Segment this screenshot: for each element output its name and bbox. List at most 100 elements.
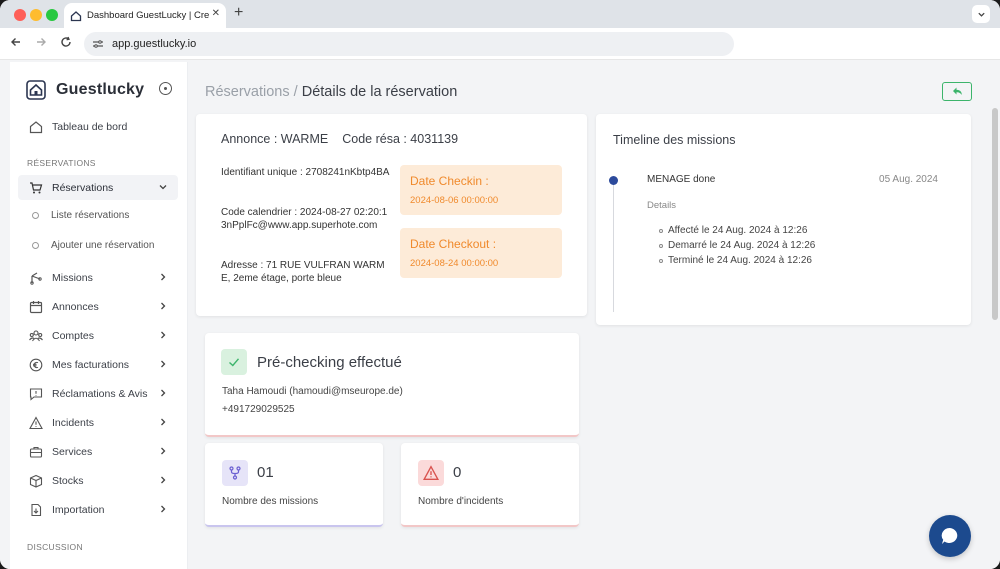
back-button[interactable] [942,82,972,101]
file-import-icon [31,503,42,516]
maximize-window-button[interactable] [46,9,58,21]
sidebar-item-stocks[interactable]: Stocks [18,468,178,493]
reload-icon[interactable] [60,36,72,48]
sidebar-item-label: Missions [52,271,93,284]
users-icon [29,329,43,341]
missions-label: Nombre des missions [222,496,319,507]
warning-icon [423,465,439,480]
breadcrumb-parent[interactable]: Réservations / [205,84,302,100]
sidebar-item-label: Incidents [52,416,95,429]
incidents-label: Nombre d'incidents [418,496,504,507]
chevron-right-icon [161,273,166,281]
fork-icon [229,466,241,480]
message-icon [29,387,43,401]
sidebar-item-label: Importation [52,503,105,516]
sidebar-subitem-list[interactable]: Liste réservations [32,210,129,221]
site-settings-icon[interactable] [92,38,104,50]
breadcrumb: Réservations / Détails de la réservation [205,84,457,100]
box-icon [29,474,43,488]
checkin-label: Date Checkin : [410,174,489,188]
address-bar: app.guestlucky.io [0,28,1000,60]
sidebar-item-dashboard[interactable]: Tableau de bord [18,114,178,139]
sidebar-subitem-label: Liste réservations [51,210,130,221]
sidebar-item-importation[interactable]: Importation [18,497,178,522]
app-area: Guestlucky Tableau de bord RÉSERVATIONS … [0,60,1000,569]
url-input[interactable]: app.guestlucky.io [84,32,734,56]
annonce-label: Annonce : WARME [221,132,329,146]
sidebar-item-label: Tableau de bord [52,120,128,133]
precheck-card: Pré-checking effectué Taha Hamoudi (hamo… [205,333,579,437]
sidebar-item-annonces[interactable]: Annonces [18,294,178,319]
chevron-right-icon [161,331,166,339]
sidebar-item-incidents[interactable]: Incidents [18,410,178,435]
minimize-window-button[interactable] [30,9,42,21]
sidebar-item-label: Stocks [52,474,84,487]
bullet-icon [659,228,663,233]
timeline-title: Timeline des missions [613,133,736,147]
chat-button[interactable] [929,515,971,557]
identifiant-field: Identifiant unique : 2708241nKbtp4BA [221,167,390,178]
section-label-reservations: RÉSERVATIONS [27,158,96,168]
url-text: app.guestlucky.io [112,38,197,50]
timeline-step: Demarré le 24 Aug. 2024 à 12:26 [659,240,815,251]
checkin-value: 2024-08-06 00:00:00 [410,195,499,206]
sidebar-item-facturations[interactable]: Mes facturations [18,352,178,377]
forward-arrow-icon[interactable] [35,36,47,48]
warning-icon [29,415,43,429]
code-resa-label: Code résa : 4031139 [342,132,459,146]
step-text: Demarré le 24 Aug. 2024 à 12:26 [668,240,816,251]
sidebar-toggle-icon[interactable] [159,82,172,95]
sidebar-item-label: Réclamations & Avis [52,387,148,400]
chevron-right-icon [161,360,166,368]
sidebar-item-missions[interactable]: Missions [18,265,178,290]
bullet-icon [32,212,39,219]
tab-bar: Dashboard GuestLucky | Cre ✕ + [0,0,1000,28]
tab-search-button[interactable] [972,5,990,23]
chevron-right-icon [161,476,166,484]
sidebar-item-label: Réservations [52,181,114,194]
reservation-card: Annonce : WARME Code résa : 4031139 Ident… [196,114,587,316]
sidebar-item-comptes[interactable]: Comptes [18,323,178,348]
sidebar: Guestlucky Tableau de bord RÉSERVATIONS … [10,62,188,569]
section-label-discussion: DISCUSSION [27,542,83,552]
chevron-right-icon [161,302,166,310]
scrollbar[interactable] [992,108,998,320]
brand[interactable]: Guestlucky [26,80,144,100]
missions-badge [222,460,248,486]
mission-name: MENAGE done [647,174,716,185]
reply-arrow-icon [952,87,962,95]
sidebar-item-reservations[interactable]: Réservations [18,175,178,200]
home-icon [29,120,43,133]
sidebar-item-services[interactable]: Services [18,439,178,464]
chevron-down-icon [159,185,167,190]
missions-stat-card: 01 Nombre des missions [205,443,383,527]
step-text: Terminé le 24 Aug. 2024 à 12:26 [668,255,812,266]
sidebar-item-label: Services [52,445,93,458]
tab-close-icon[interactable]: ✕ [212,8,220,19]
briefcase-icon [29,446,43,458]
main-content: Réservations / Détails de la réservation… [188,60,1000,569]
precheck-title: Pré-checking effectué [257,354,402,371]
euro-icon [29,358,43,371]
timeline-step: Affecté le 24 Aug. 2024 à 12:26 [659,225,807,236]
missions-icon [30,271,42,285]
timeline-dot [609,176,618,185]
page-title: Détails de la réservation [301,84,458,100]
sidebar-subitem-label: Ajouter une réservation [51,240,155,251]
back-arrow-icon[interactable] [10,36,22,48]
guest-name: Taha Hamoudi (hamoudi@mseurope.de) [222,386,403,397]
timeline-line [613,180,614,312]
close-window-button[interactable] [14,9,26,21]
incidents-count: 0 [453,464,462,481]
chat-icon [941,527,958,544]
reservation-title: Annonce : WARME Code résa : 4031139 [221,132,472,146]
check-badge [221,349,247,375]
check-icon [229,358,240,367]
browser-tab[interactable]: Dashboard GuestLucky | Cre ✕ [64,3,226,28]
address-field: Adresse : 71 RUE VULFRAN WARME, 2eme éta… [221,260,385,284]
sidebar-item-reclamations[interactable]: Réclamations & Avis [18,381,178,406]
sidebar-subitem-add[interactable]: Ajouter une réservation [32,240,154,251]
incidents-badge [418,460,444,486]
new-tab-button[interactable]: + [234,4,243,22]
timeline-card: Timeline des missions MENAGE done 05 Aug… [596,114,971,325]
